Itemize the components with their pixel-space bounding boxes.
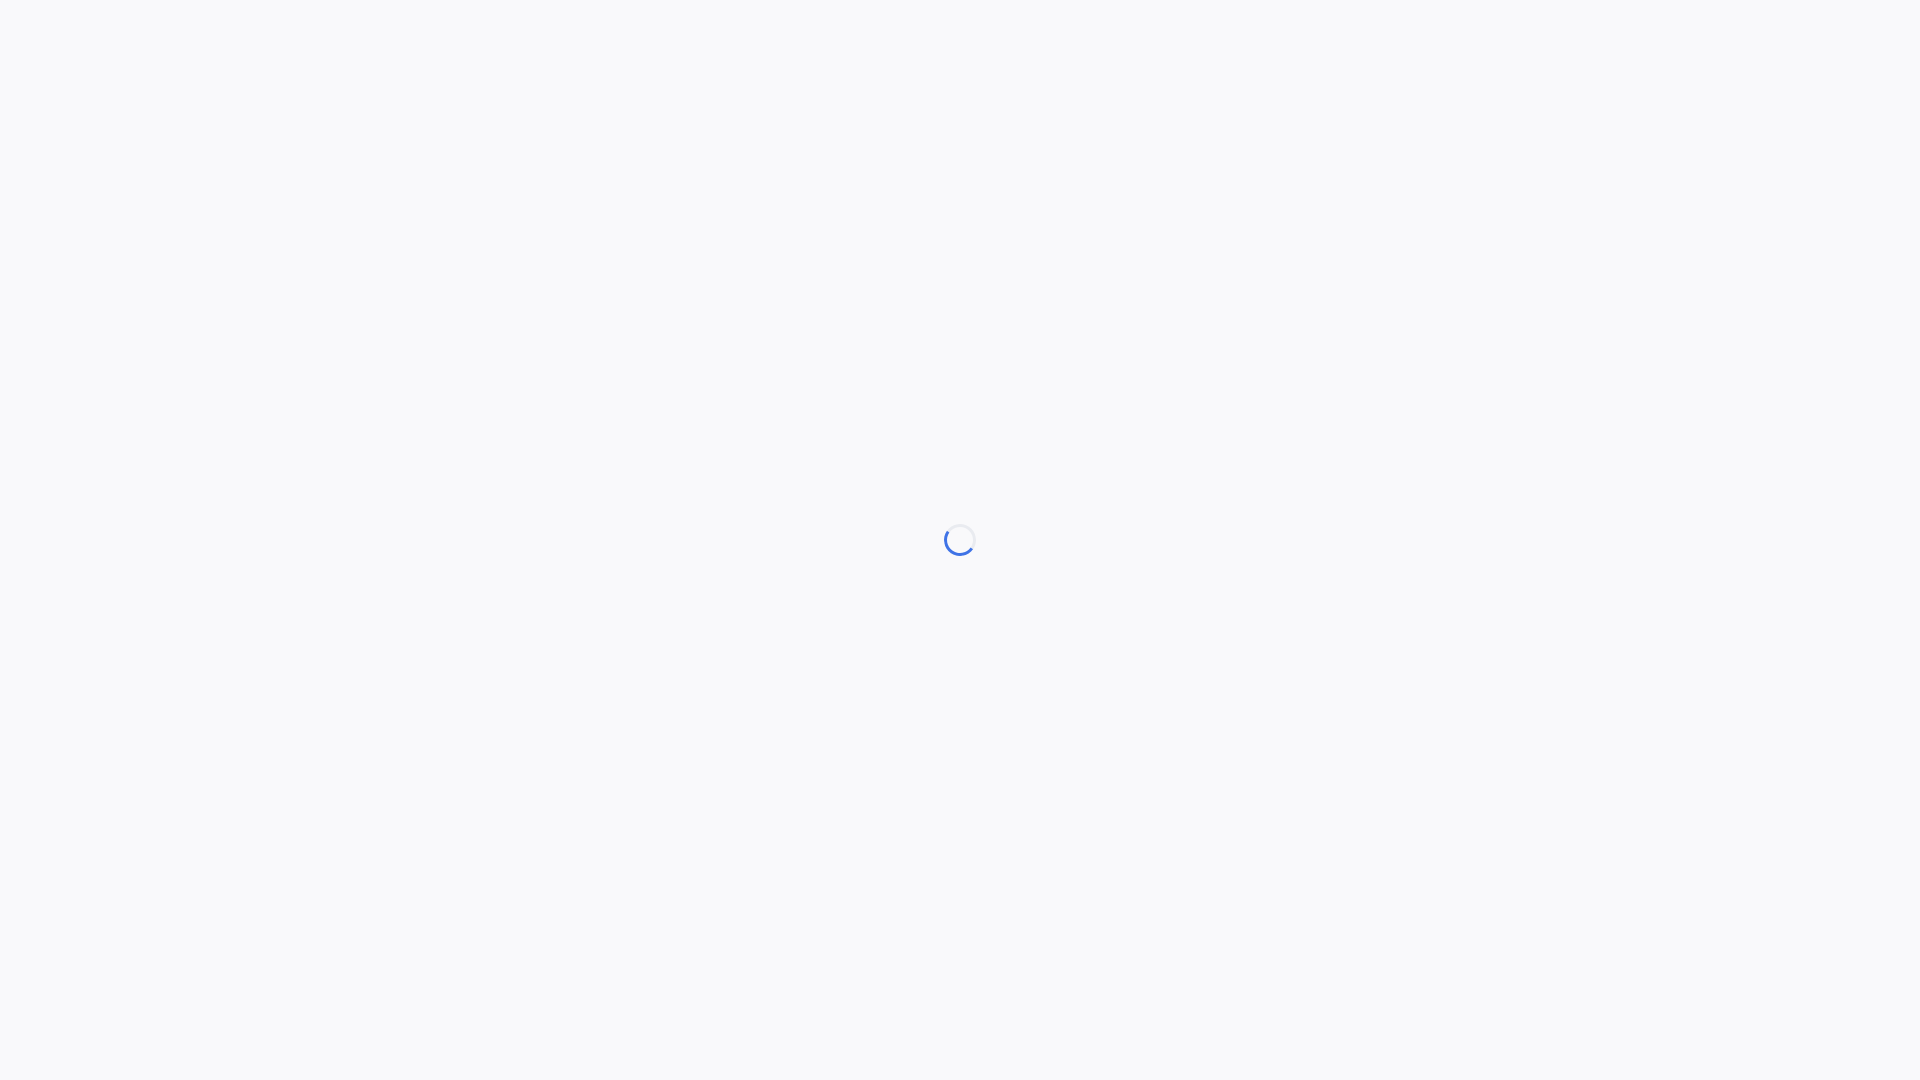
loading-indicator <box>941 521 979 559</box>
loading-spinner-icon <box>941 521 979 559</box>
loading-page <box>0 0 1920 1080</box>
